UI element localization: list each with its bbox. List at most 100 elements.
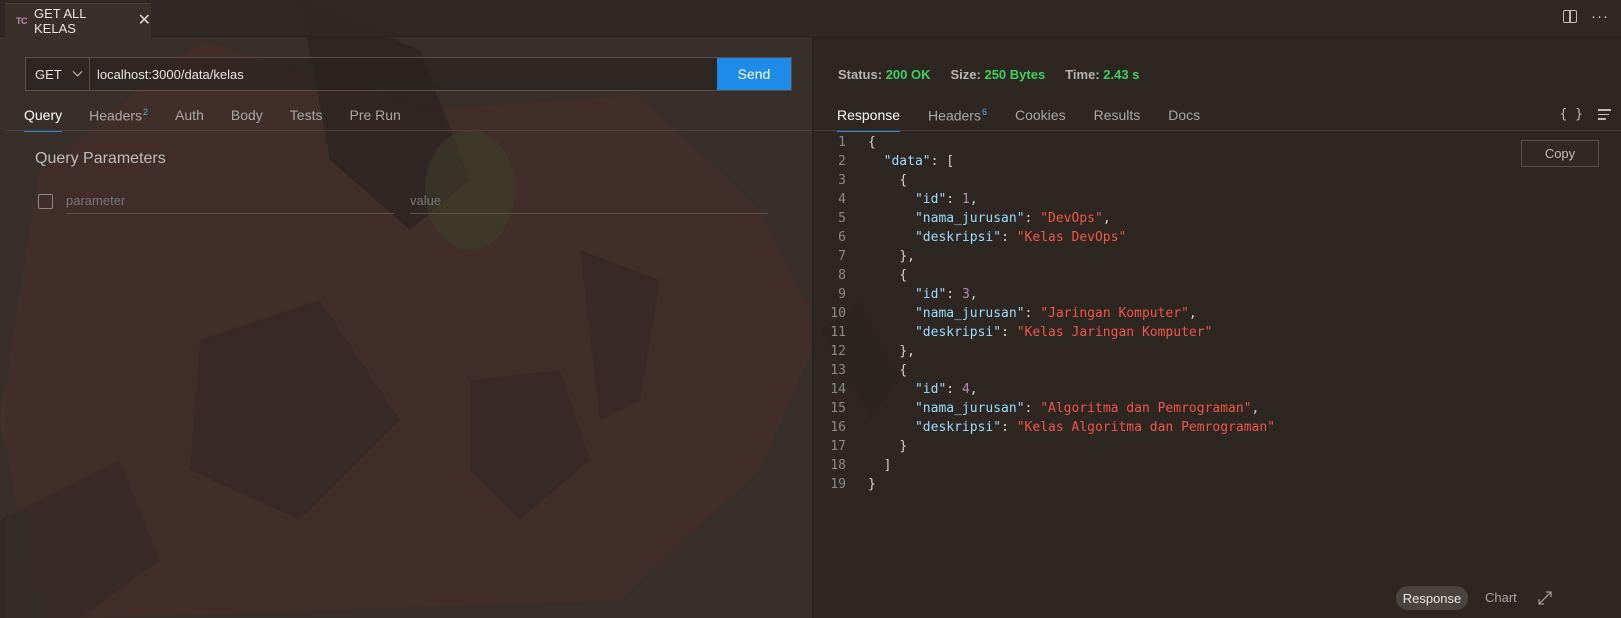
code-line: 15 "nama_jurusan": "Algoritma dan Pemrog…: [814, 399, 1275, 418]
line-number: 3: [838, 173, 846, 188]
json-punctuation: :: [946, 287, 962, 302]
line-number: 9: [838, 287, 846, 302]
split-editor-icon[interactable]: [1563, 10, 1577, 23]
copy-button[interactable]: Copy: [1521, 140, 1599, 167]
json-string: "Kelas Algoritma dan Pemrograman": [1016, 420, 1275, 435]
tab-docs-label: Docs: [1168, 107, 1201, 123]
json-punctuation: :: [1024, 306, 1041, 321]
json-key: "id": [914, 287, 947, 302]
json-key: "id": [914, 192, 947, 207]
tab-body-label: Body: [230, 107, 263, 123]
line-number: 10: [830, 306, 846, 321]
tab-results[interactable]: Results: [1094, 107, 1141, 132]
time-label: Time:: [1065, 67, 1100, 82]
close-icon[interactable]: ✕: [138, 12, 151, 29]
app-window: TC GET ALL KELAS ✕ ··· GET Send Query He…: [0, 0, 1621, 618]
time-value: 2.43 s: [1103, 67, 1140, 82]
tabbar-actions: ···: [1563, 9, 1609, 24]
request-panel: GET Send Query Headers2 Auth Body Tests …: [5, 37, 812, 618]
json-punctuation: :: [1024, 211, 1041, 226]
code-line: 5 "nama_jurusan": "DevOps",: [814, 209, 1275, 228]
json-key: "nama_jurusan": [914, 401, 1025, 416]
response-stats: Status: 200 OK Size: 250 Bytes Time: 2.4…: [838, 67, 1139, 82]
parameter-input[interactable]: [66, 188, 394, 214]
json-punctuation: : [: [930, 154, 955, 169]
tab-response-headers[interactable]: Headers6: [928, 107, 987, 132]
param-checkbox[interactable]: [38, 194, 53, 209]
tab-headers[interactable]: Headers2: [89, 107, 148, 132]
code-line: 12 },: [814, 342, 1275, 361]
line-number: 1: [838, 135, 846, 150]
json-string: "Kelas Jaringan Komputer": [1016, 325, 1213, 340]
line-number: 6: [838, 230, 846, 245]
json-punctuation: {: [899, 363, 908, 378]
tab-body[interactable]: Body: [231, 107, 263, 132]
line-number: 2: [838, 154, 846, 169]
tab-auth-label: Auth: [175, 107, 204, 123]
code-line: 14 "id": 4,: [814, 380, 1275, 399]
json-string: "Jaringan Komputer": [1040, 306, 1189, 321]
value-input[interactable]: [410, 188, 768, 214]
code-text: "nama_jurusan": "DevOps",: [846, 209, 1111, 228]
response-headers-count-badge: 6: [981, 107, 987, 117]
code-line: 6 "deskripsi": "Kelas DevOps": [814, 228, 1275, 247]
code-line: 18 ]: [814, 456, 1275, 475]
query-param-row: [38, 188, 778, 218]
json-punctuation: :: [1001, 420, 1017, 435]
json-punctuation: ,: [969, 192, 978, 207]
line-number: 4: [838, 192, 846, 207]
size-value: 250 Bytes: [984, 67, 1046, 82]
view-response-button[interactable]: Response: [1396, 586, 1468, 610]
json-punctuation: ]: [883, 458, 892, 473]
tab-response[interactable]: Response: [837, 107, 901, 132]
code-text: }: [846, 437, 907, 456]
code-text: },: [846, 247, 915, 266]
tab-response-label: Response: [837, 107, 901, 123]
send-button[interactable]: Send: [717, 58, 791, 90]
code-text: ]: [846, 456, 892, 475]
line-number: 19: [830, 477, 846, 492]
line-number: 14: [830, 382, 846, 397]
tab-pre-run[interactable]: Pre Run: [349, 107, 400, 132]
code-line: 13 {: [814, 361, 1275, 380]
tab-cookies[interactable]: Cookies: [1015, 107, 1066, 132]
json-number: 1: [961, 192, 970, 207]
tab-headers-label: Headers: [89, 107, 143, 124]
line-number: 13: [830, 363, 846, 378]
tab-cookies-label: Cookies: [1014, 107, 1066, 123]
tab-docs[interactable]: Docs: [1168, 107, 1200, 132]
time-stat: Time: 2.43 s: [1065, 67, 1139, 82]
response-body: 1{2 "data": [3 {4 "id": 1, 5 "nama_jurusa…: [814, 133, 1275, 494]
expand-icon[interactable]: [1538, 591, 1552, 605]
size-label: Size:: [950, 67, 981, 82]
json-punctuation: ,: [969, 287, 978, 302]
word-wrap-icon[interactable]: [1598, 109, 1611, 123]
tab-auth[interactable]: Auth: [175, 107, 204, 132]
tab-tests[interactable]: Tests: [290, 107, 323, 132]
code-text: "deskripsi": "Kelas Algoritma dan Pemrog…: [846, 418, 1275, 437]
json-key: "deskripsi": [914, 325, 1002, 340]
code-text: },: [846, 342, 915, 361]
code-text: "nama_jurusan": "Jaringan Komputer",: [846, 304, 1197, 323]
format-json-icon[interactable]: { }: [1560, 107, 1583, 122]
tab-pre-run-label: Pre Run: [349, 107, 401, 123]
code-line: 11 "deskripsi": "Kelas Jaringan Komputer…: [814, 323, 1275, 342]
view-chart-button[interactable]: Chart: [1485, 590, 1517, 605]
line-number: 7: [838, 249, 846, 264]
tab-query[interactable]: Query: [24, 107, 63, 132]
code-line: 3 {: [814, 171, 1275, 190]
code-line: 2 "data": [: [814, 152, 1275, 171]
json-key: "id": [914, 382, 947, 397]
method-select[interactable]: GET: [26, 58, 90, 90]
json-punctuation: {: [868, 135, 876, 150]
json-punctuation: ,: [1188, 306, 1197, 321]
request-tab[interactable]: TC GET ALL KELAS ✕: [5, 3, 151, 37]
line-number: 11: [830, 325, 846, 340]
url-input[interactable]: [90, 58, 717, 90]
code-text: "nama_jurusan": "Algoritma dan Pemrogram…: [846, 399, 1259, 418]
code-text: "data": [: [846, 152, 954, 171]
more-actions-icon[interactable]: ···: [1591, 9, 1609, 24]
line-number: 12: [830, 344, 846, 359]
status-label: Status:: [838, 67, 883, 82]
code-text: {: [846, 361, 907, 380]
